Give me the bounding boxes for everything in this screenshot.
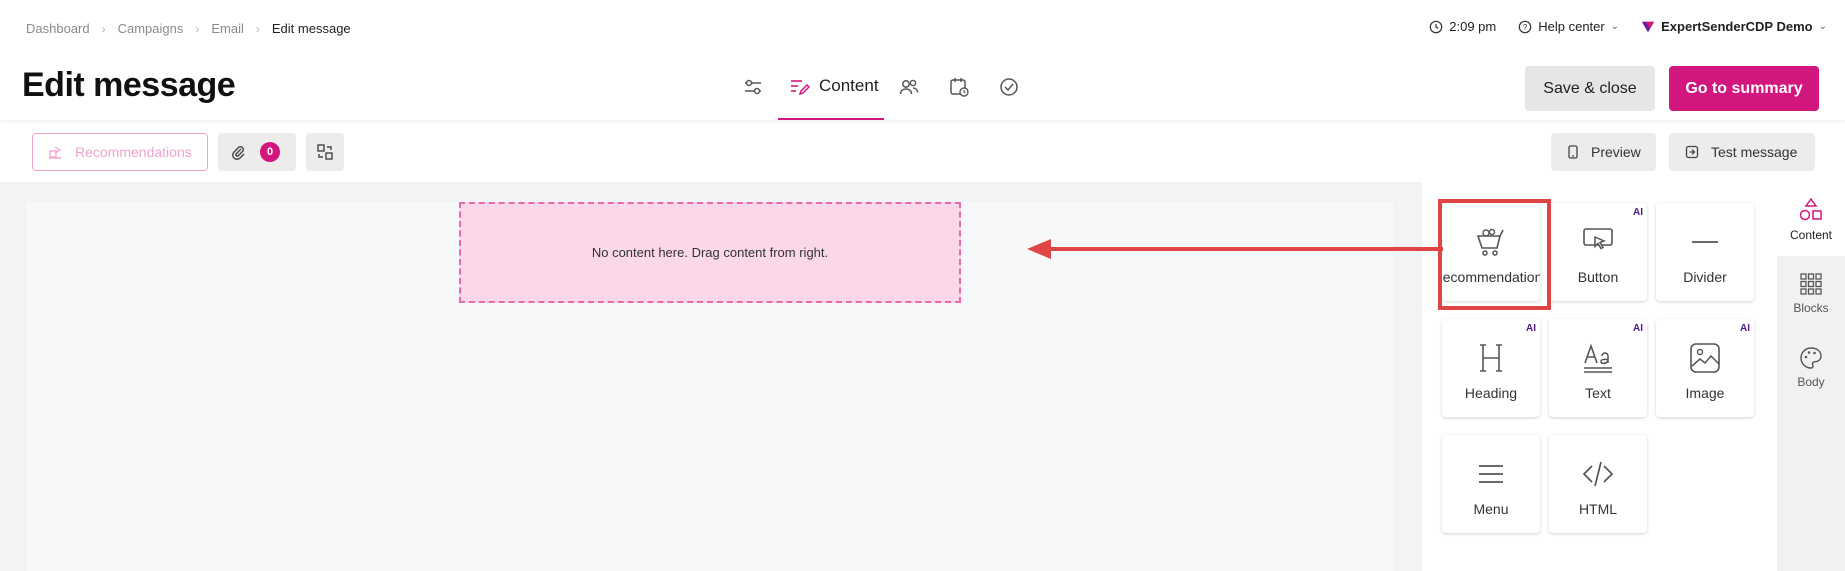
side-tab-label: Content <box>1789 227 1833 242</box>
breadcrumb: Dashboard › Campaigns › Email › Edit mes… <box>26 21 351 36</box>
step-settings[interactable] <box>728 70 778 114</box>
pointer-icon <box>1583 228 1613 250</box>
attachments-button[interactable]: 0 <box>218 133 296 171</box>
chevron-down-icon: ⌄ <box>1818 21 1827 32</box>
palette-icon <box>1800 346 1822 369</box>
step-content-label: Content <box>819 76 879 95</box>
ai-badge: AI <box>1526 323 1536 334</box>
chevron-right-icon: › <box>101 21 106 36</box>
tile-divider[interactable]: Divider <box>1656 203 1754 301</box>
brand-logo-icon <box>1642 21 1655 32</box>
empty-drop-zone[interactable]: No content here. Drag content from right… <box>459 202 961 303</box>
users-icon <box>899 79 919 95</box>
go-to-summary-button[interactable]: Go to summary <box>1669 66 1819 111</box>
step-content[interactable]: Content <box>778 70 884 120</box>
clock: 2:09 pm <box>1429 19 1496 34</box>
tile-html[interactable]: HTML <box>1549 435 1647 533</box>
top-right-bar: 2:09 pm ? Help center ⌄ ExpertSenderCDP … <box>1407 19 1827 34</box>
breadcrumb-campaigns[interactable]: Campaigns <box>118 21 184 36</box>
test-message-button[interactable]: Test message <box>1669 133 1815 171</box>
swap-layout-icon <box>317 144 333 160</box>
breadcrumb-email[interactable]: Email <box>211 21 244 36</box>
mobile-icon <box>1568 145 1578 159</box>
side-tab-label: Blocks <box>1793 300 1829 315</box>
breadcrumb-edit-message: Edit message <box>271 21 351 36</box>
side-tab-content[interactable]: Content <box>1777 182 1845 256</box>
save-close-button[interactable]: Save & close <box>1525 66 1655 111</box>
text-icon <box>1584 343 1612 373</box>
image-icon <box>1690 343 1720 373</box>
ai-badge: AI <box>1633 207 1643 218</box>
calendar-clock-icon <box>950 78 969 97</box>
side-tab-body[interactable]: Body <box>1777 330 1845 404</box>
tile-label: Text <box>1585 385 1611 401</box>
check-circle-icon <box>1000 78 1018 96</box>
recommendations-label: Recommendations <box>75 144 192 160</box>
step-schedule[interactable] <box>934 70 984 114</box>
chevron-right-icon: › <box>195 21 200 36</box>
test-message-label: Test message <box>1711 144 1798 160</box>
help-icon: ? <box>1518 20 1532 33</box>
editor-toolbar: Recommendations 0 Preview Test message <box>0 122 1845 182</box>
attachments-count-badge: 0 <box>260 142 280 162</box>
recommendations-button[interactable]: Recommendations <box>32 133 208 171</box>
side-tab-label: Body <box>1797 374 1825 389</box>
drop-zone-text: No content here. Drag content from right… <box>591 245 829 260</box>
menu-icon <box>1479 465 1503 483</box>
send-test-icon <box>1685 145 1699 159</box>
edit-content-icon <box>791 80 810 96</box>
preview-label: Preview <box>1591 144 1641 160</box>
grid-icon <box>1800 272 1822 295</box>
chevron-right-icon: › <box>255 21 260 36</box>
sliders-icon <box>745 79 761 95</box>
help-center-label: Help center <box>1538 19 1605 34</box>
tile-label: Heading <box>1464 385 1518 401</box>
recommendations-icon <box>49 146 62 159</box>
paperclip-icon <box>232 146 245 160</box>
annotation-highlight-box <box>1438 199 1551 310</box>
preview-button[interactable]: Preview <box>1551 133 1656 171</box>
svg-text:?: ? <box>1523 23 1528 32</box>
shapes-icon <box>1799 197 1822 220</box>
chevron-down-icon: ⌄ <box>1610 21 1620 32</box>
account-name: ExpertSenderCDP Demo <box>1661 19 1813 34</box>
tile-menu[interactable]: Menu <box>1442 435 1540 533</box>
breadcrumb-dashboard[interactable]: Dashboard <box>26 21 90 36</box>
tile-text[interactable]: AI Text <box>1549 319 1647 417</box>
tile-label: HTML <box>1578 501 1618 517</box>
help-center-menu[interactable]: ? Help center ⌄ <box>1518 19 1619 34</box>
account-menu[interactable]: ExpertSenderCDP Demo ⌄ <box>1641 19 1827 34</box>
tile-button[interactable]: AI Button <box>1549 203 1647 301</box>
header: Dashboard › Campaigns › Email › Edit mes… <box>0 0 1845 120</box>
tile-label: Button <box>1577 269 1619 285</box>
page-title: Edit message <box>22 66 236 104</box>
tile-label: Divider <box>1683 269 1727 285</box>
clock-icon <box>1429 20 1443 33</box>
code-icon <box>1582 461 1614 487</box>
side-tabs: Content Blocks Body <box>1777 182 1845 571</box>
tile-heading[interactable]: AI Heading <box>1442 319 1540 417</box>
clock-time: 2:09 pm <box>1449 19 1497 34</box>
ai-badge: AI <box>1633 323 1643 334</box>
tile-image[interactable]: AI Image <box>1656 319 1754 417</box>
tile-label: Menu <box>1473 501 1509 517</box>
annotation-arrow <box>1027 239 1443 259</box>
divider-icon <box>1692 241 1718 243</box>
swap-layout-button[interactable] <box>306 133 344 171</box>
wizard-steps: Content <box>728 70 1034 120</box>
step-audience[interactable] <box>884 70 934 114</box>
ai-badge: AI <box>1740 323 1750 334</box>
heading-icon <box>1480 344 1502 372</box>
side-tab-blocks[interactable]: Blocks <box>1777 256 1845 330</box>
tile-label: Image <box>1685 385 1725 401</box>
step-summary[interactable] <box>984 70 1034 114</box>
